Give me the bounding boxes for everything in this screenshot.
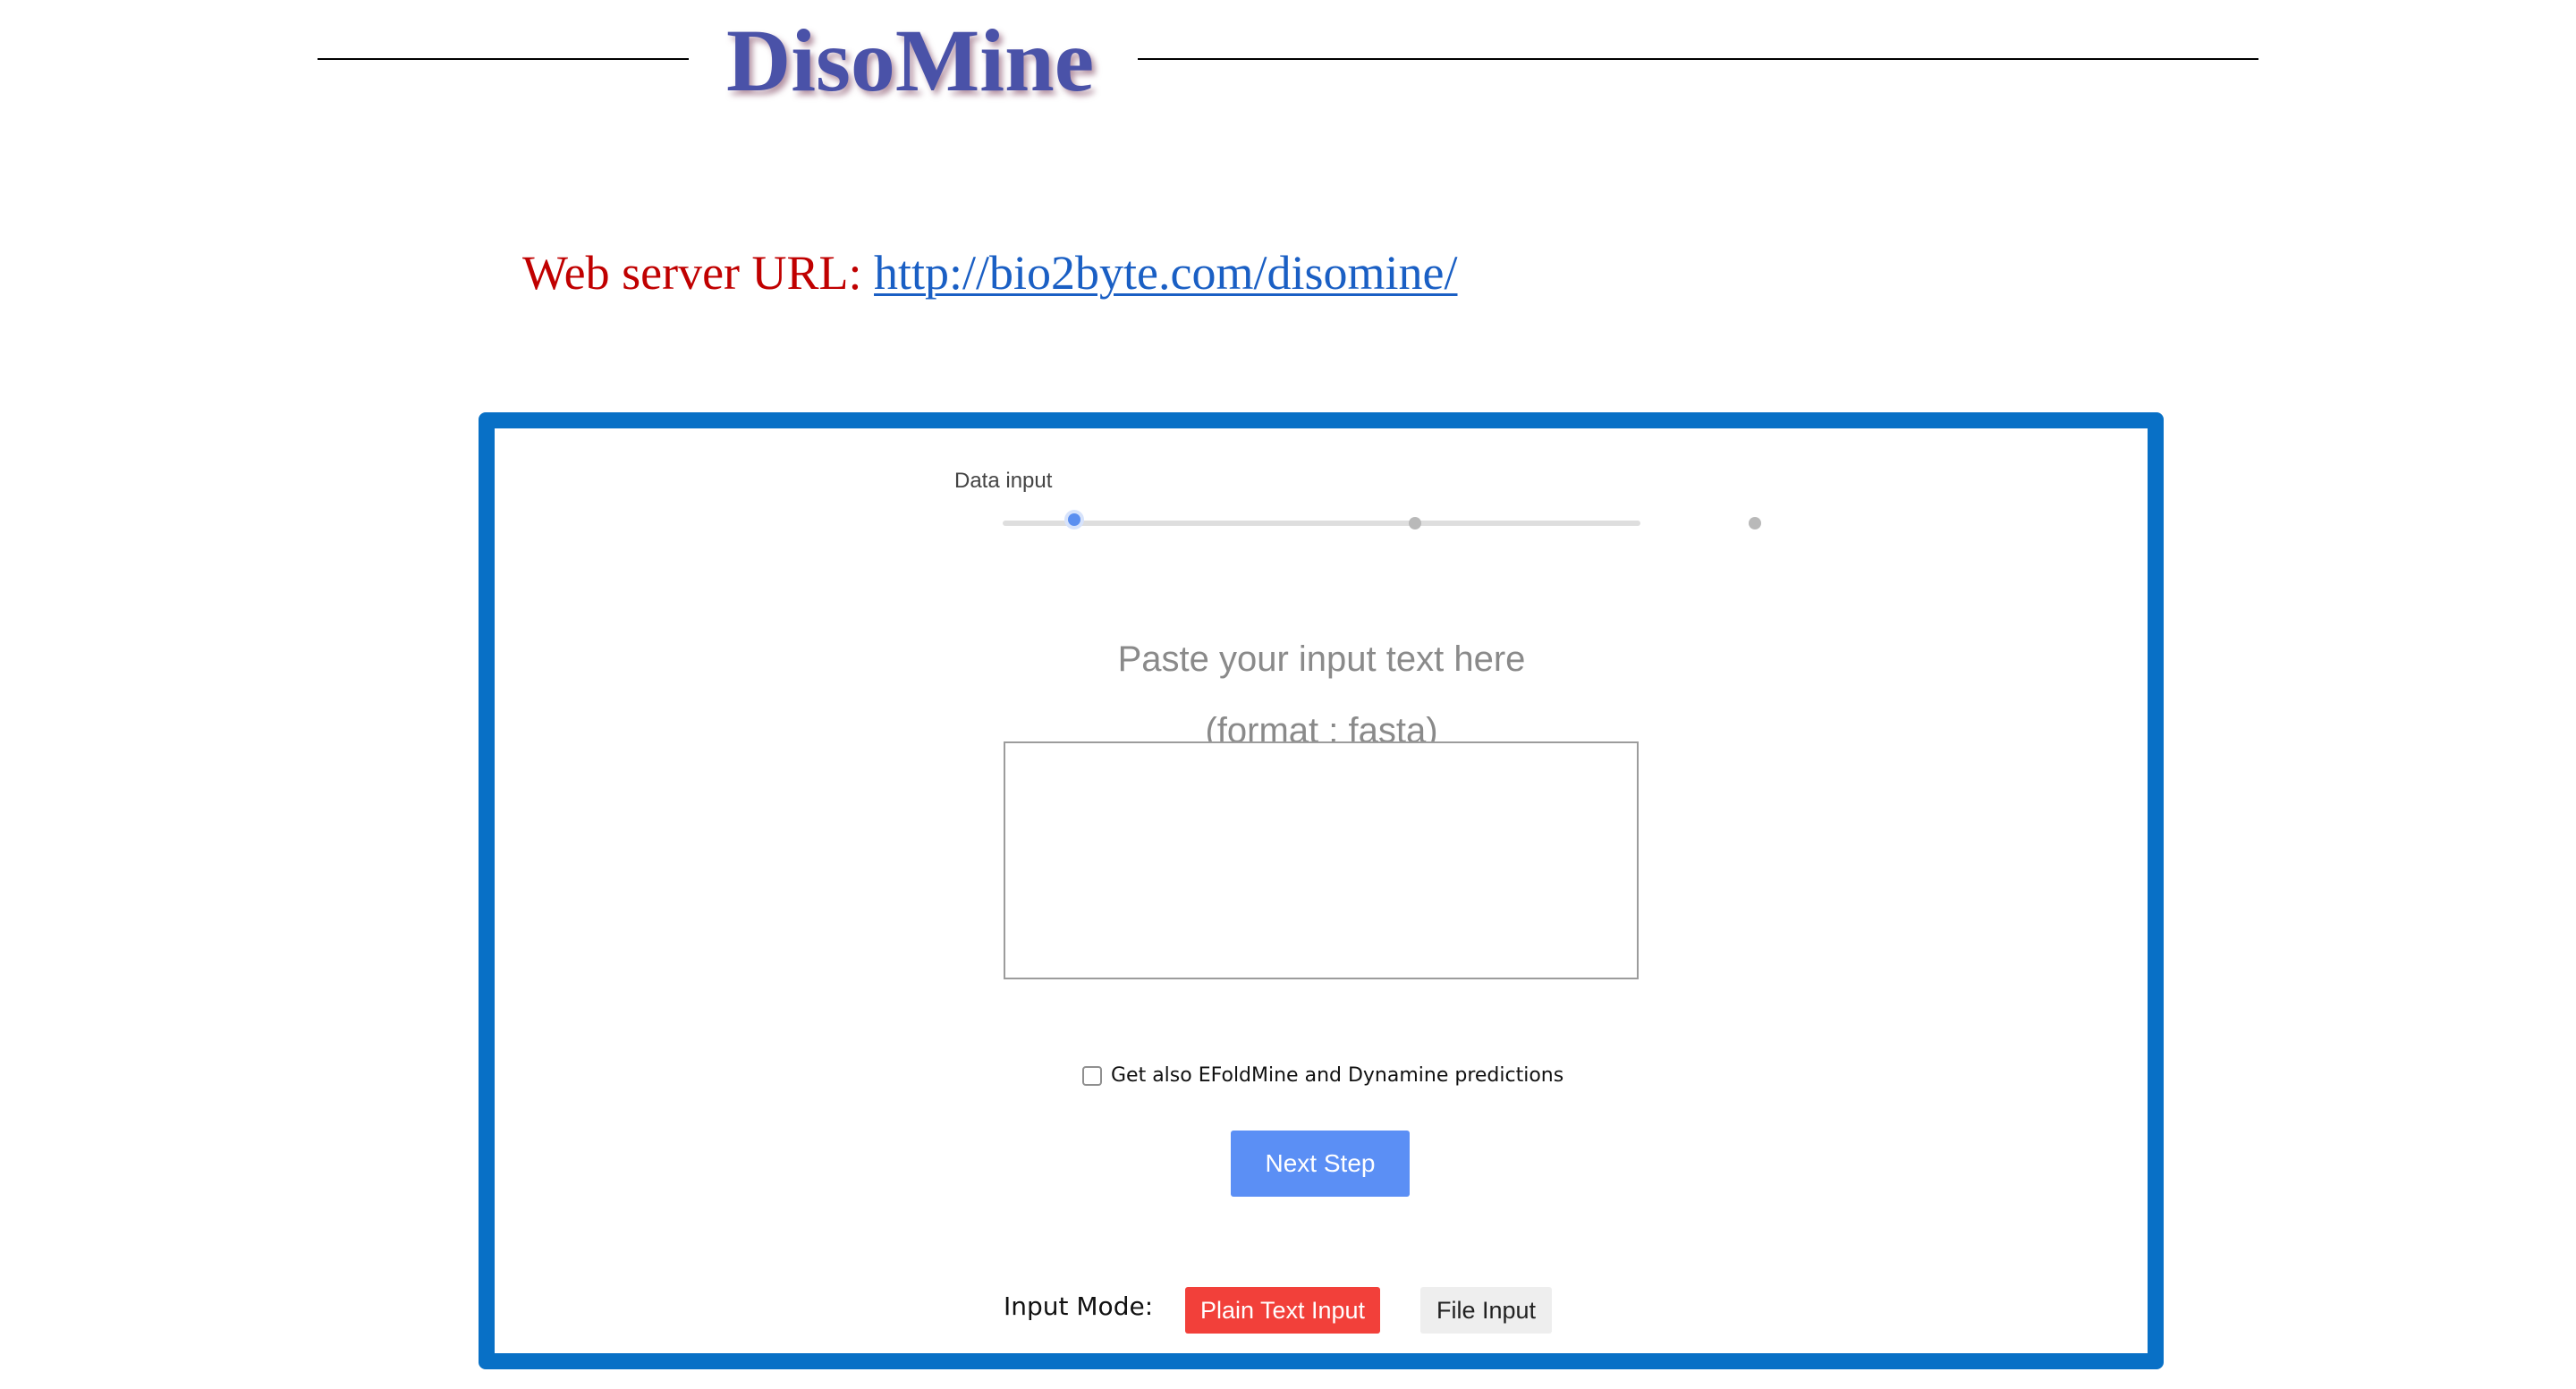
server-url-label: Web server URL: xyxy=(522,246,875,300)
header-divider-right xyxy=(1138,58,2258,60)
next-step-button[interactable]: Next Step xyxy=(1231,1131,1410,1197)
stepper-track xyxy=(1003,521,1640,526)
extra-predictions-checkbox[interactable] xyxy=(1082,1065,1102,1086)
site-logo: DisoMine xyxy=(726,11,1095,110)
input-mode-label: Input Mode: xyxy=(1004,1292,1154,1321)
extra-predictions-label: Get also EFoldMine and Dynamine predicti… xyxy=(1111,1064,1564,1087)
file-input-button[interactable]: File Input xyxy=(1420,1287,1552,1334)
plain-text-input-button[interactable]: Plain Text Input xyxy=(1185,1287,1380,1334)
fasta-input-textarea[interactable] xyxy=(1004,741,1639,979)
extra-predictions-option[interactable]: Get also EFoldMine and Dynamine predicti… xyxy=(1082,1064,1563,1087)
server-url-link[interactable]: http://bio2byte.com/disomine/ xyxy=(874,246,1457,300)
header-divider-left xyxy=(318,58,689,60)
stepper-current-label: Data input xyxy=(954,469,1053,493)
stepper-step-3[interactable] xyxy=(1749,517,1761,529)
stepper-step-2[interactable] xyxy=(1409,517,1421,529)
stepper-step-1[interactable] xyxy=(1068,513,1080,526)
server-url-line: Web server URL: http://bio2byte.com/diso… xyxy=(522,241,1458,304)
input-prompt: Paste your input text here xyxy=(1117,639,1526,679)
